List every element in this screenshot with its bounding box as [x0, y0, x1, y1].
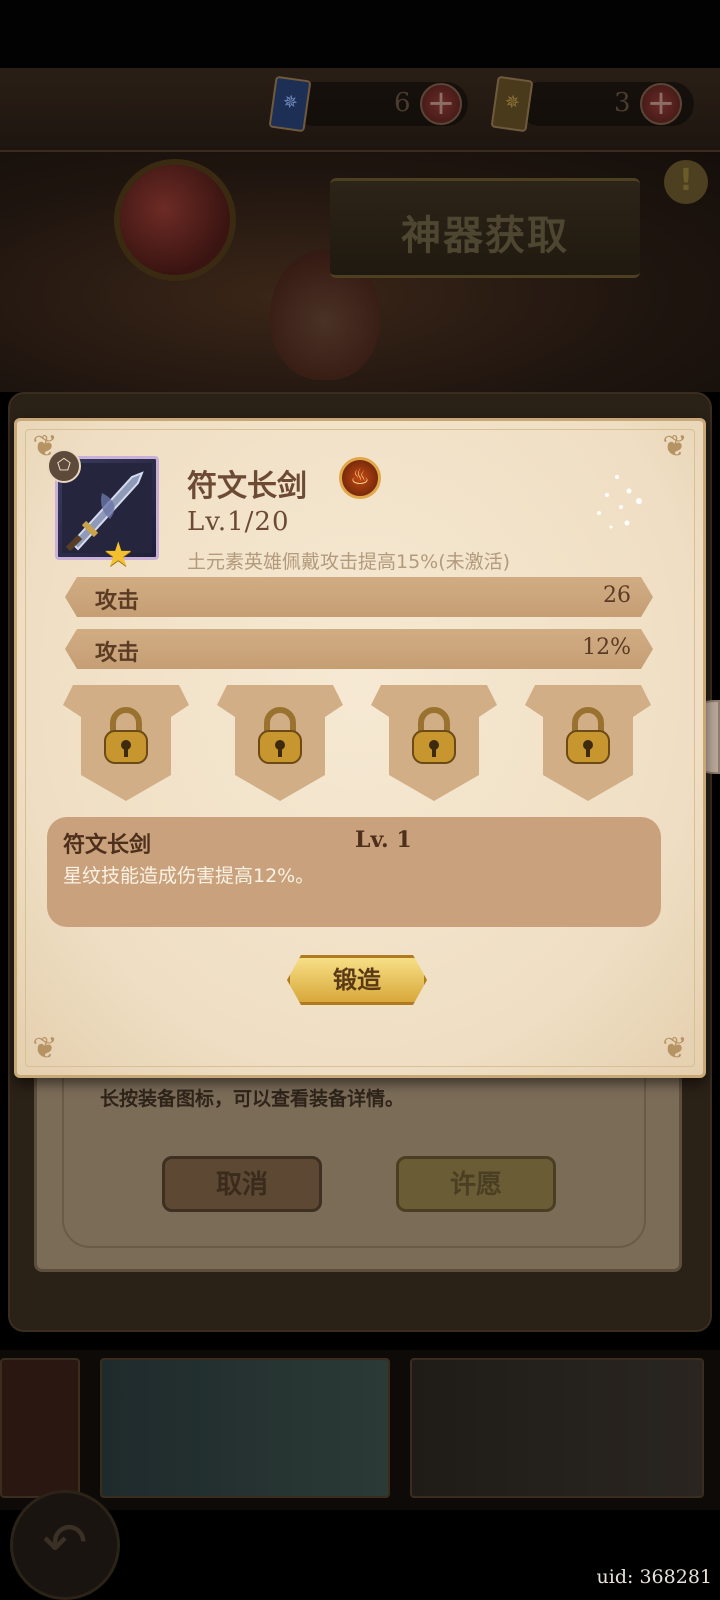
blue-card-count: 6 [394, 88, 411, 118]
hero-thumbnail[interactable] [0, 1358, 80, 1498]
artifact-name: 符文长剑 [187, 469, 307, 504]
cancel-button[interactable]: 取消 [162, 1156, 322, 1212]
artifact-level: Lv.1/20 [187, 507, 290, 537]
forge-button[interactable]: 锻造 [287, 955, 427, 1005]
rune-slot-1[interactable] [63, 685, 189, 801]
stat-value: 26 [603, 583, 631, 608]
lock-icon [104, 707, 148, 764]
fire-element-icon: ♨ [339, 457, 381, 499]
skill-info-box: 符文长剑 Lv. 1 星纹技能造成伤害提高12%。 [47, 817, 661, 927]
user-id: uid: 368281 [596, 1566, 712, 1588]
wish-dialog-frame [62, 1052, 646, 1248]
lock-icon [566, 707, 610, 764]
stat-label: 攻击 [95, 641, 140, 666]
rune-slot-3[interactable] [371, 685, 497, 801]
wish-button[interactable]: 许愿 [396, 1156, 556, 1212]
banner-title: 神器获取 [401, 213, 569, 259]
corner-ornament-icon: ❦ [662, 429, 688, 464]
stat-label: 攻击 [95, 589, 140, 614]
artifact-detail-popup: ❦ ❦ ❦ ❦ ⬠ ★ 符文长剑 ♨ Lv.1/20 土元素英雄佩戴攻击提高15… [14, 418, 706, 1078]
corner-ornament-icon: ❦ [32, 1031, 58, 1066]
lock-icon [412, 707, 456, 764]
sparkle-decoration [597, 475, 642, 529]
info-icon[interactable]: ! [664, 160, 708, 204]
star-icon: ★ [103, 535, 134, 575]
rune-slot-2[interactable] [217, 685, 343, 801]
artifact-type-icon: ⬠ [47, 449, 81, 483]
blue-card-icon: ✵ [268, 75, 312, 133]
add-gold-card-button[interactable]: + [640, 83, 682, 125]
hero-thumbnail[interactable] [100, 1358, 390, 1498]
rune-slot-4[interactable] [525, 685, 651, 801]
corner-ornament-icon: ❦ [662, 1031, 688, 1066]
artifact-bonus-description: 土元素英雄佩戴攻击提高15%(未激活) [187, 551, 511, 573]
equipment-hint: 长按装备图标，可以查看装备详情。 [100, 1088, 405, 1110]
crystal-orb-decoration [120, 165, 230, 275]
skill-name: 符文长剑 [63, 833, 152, 858]
status-bar-area [0, 0, 720, 68]
stat-row: 攻击 26 [65, 577, 653, 617]
back-arrow-icon[interactable]: ↶ [10, 1490, 120, 1600]
skill-level: Lv. 1 [355, 827, 412, 853]
stat-row: 攻击 12% [65, 629, 653, 669]
artifact-banner: 神器获取 [330, 178, 640, 278]
gold-card-icon: ✵ [490, 75, 534, 133]
skill-description: 星纹技能造成伤害提高12%。 [63, 865, 315, 887]
stat-value: 12% [582, 635, 631, 660]
gold-card-count: 3 [614, 88, 631, 118]
lock-icon [258, 707, 302, 764]
add-blue-card-button[interactable]: + [420, 83, 462, 125]
hero-thumbnail[interactable] [410, 1358, 704, 1498]
